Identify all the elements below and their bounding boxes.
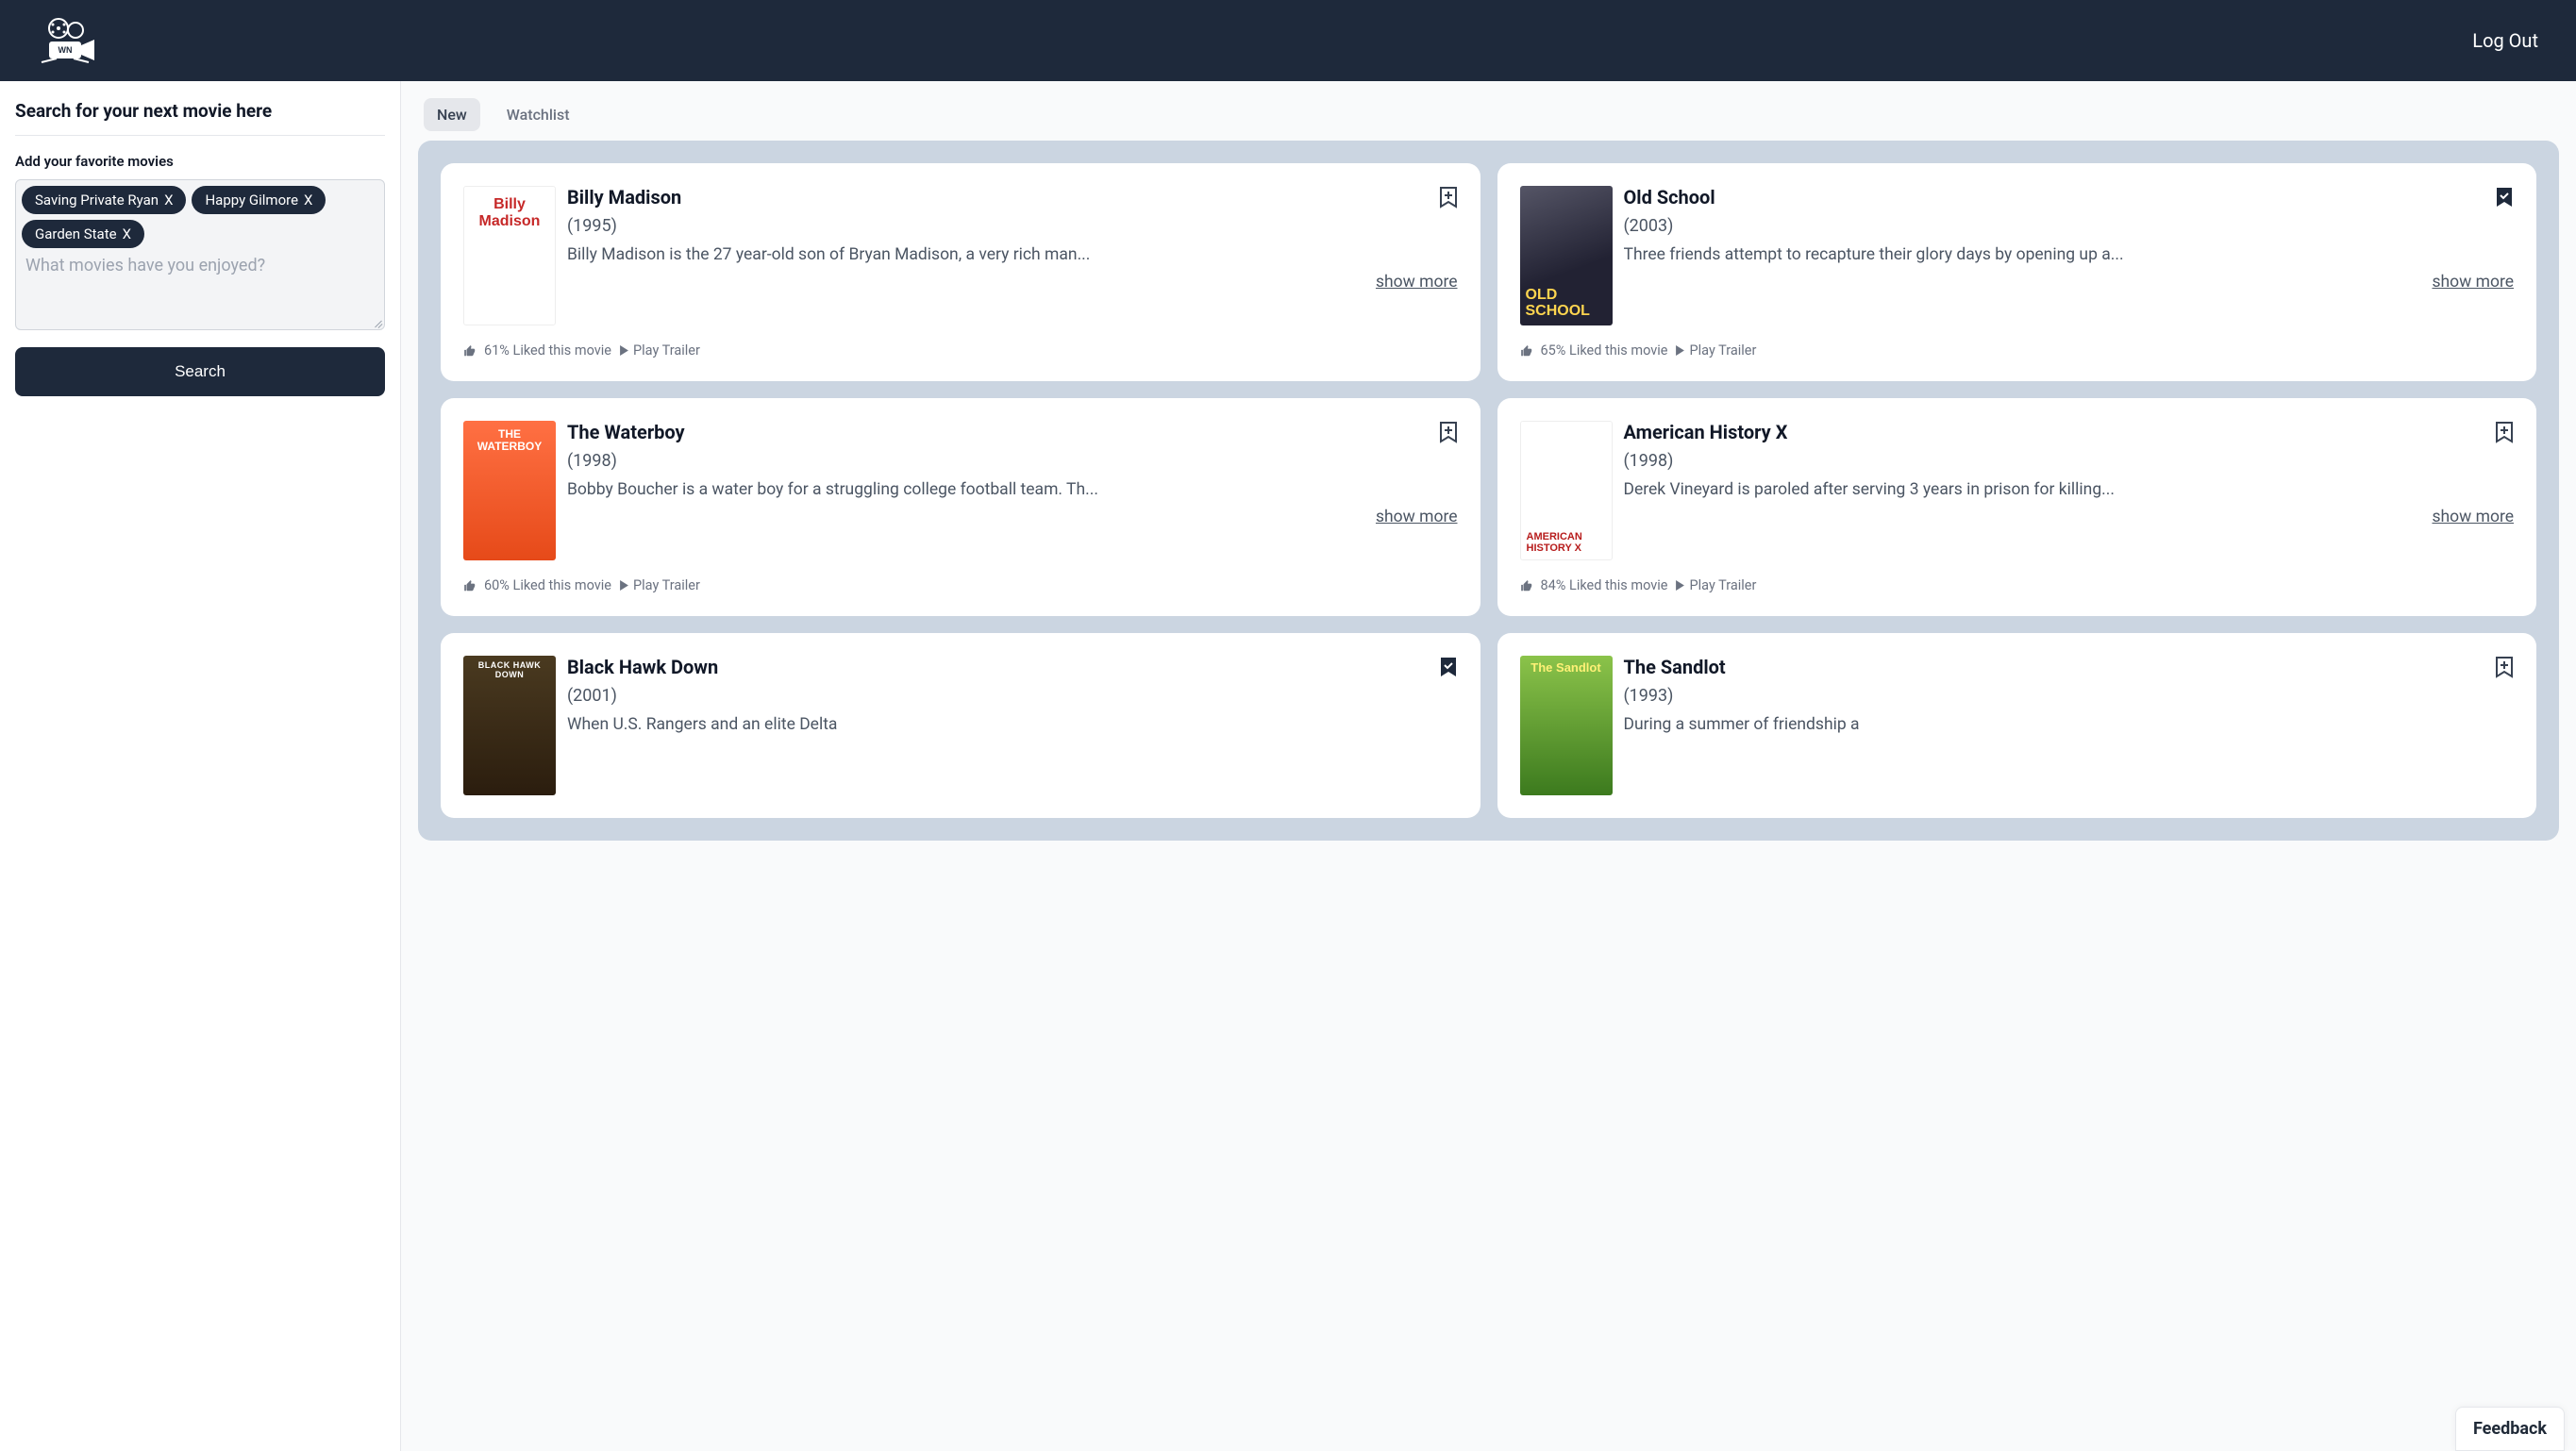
movie-footer: 84% Liked this movie Play Trailer xyxy=(1520,577,2515,593)
play-icon xyxy=(619,580,629,591)
movie-poster: Billy Madison xyxy=(463,186,556,325)
thumbs-up-icon xyxy=(463,579,477,592)
movie-footer: 60% Liked this movie Play Trailer xyxy=(463,577,1458,593)
movie-card: THE WATERBOY The Waterboy (1998) Bobby Bouc… xyxy=(441,398,1480,616)
app-header: WN Log Out xyxy=(0,0,2576,81)
sidebar-subhead: Add your favorite movies xyxy=(15,153,385,170)
thumbs-up-icon xyxy=(1520,579,1533,592)
favorite-chip: Happy Gilmore X xyxy=(192,186,326,214)
liked-percent: 84% Liked this movie xyxy=(1541,577,1668,593)
tabbar: New Watchlist xyxy=(418,98,2559,141)
movie-description: Bobby Boucher is a water boy for a strug… xyxy=(567,478,1458,502)
favorite-chip: Saving Private Ryan X xyxy=(22,186,186,214)
movie-footer: 61% Liked this movie Play Trailer xyxy=(463,342,1458,359)
play-trailer-label: Play Trailer xyxy=(1689,342,1756,359)
movie-poster: AMERICAN HISTORY X xyxy=(1520,421,1613,560)
bookmark-filled-icon[interactable] xyxy=(2495,186,2514,212)
logout-link[interactable]: Log Out xyxy=(2472,29,2538,52)
bookmark-add-icon[interactable] xyxy=(1439,186,1458,212)
tab-watchlist[interactable]: Watchlist xyxy=(493,98,583,131)
bookmark-add-icon[interactable] xyxy=(2495,656,2514,682)
tab-new[interactable]: New xyxy=(424,98,480,131)
chip-remove-icon[interactable]: X xyxy=(164,192,173,208)
movie-poster: THE WATERBOY xyxy=(463,421,556,560)
chip-remove-icon[interactable]: X xyxy=(123,225,131,242)
play-trailer-link[interactable]: Play Trailer xyxy=(1675,577,1756,593)
play-trailer-label: Play Trailer xyxy=(633,342,700,359)
movie-poster: BLACK HAWK DOWN xyxy=(463,656,556,795)
movie-footer: 65% Liked this movie Play Trailer xyxy=(1520,342,2515,359)
movie-card: BLACK HAWK DOWN Black Hawk Down (2001) When… xyxy=(441,633,1480,818)
play-icon xyxy=(1675,345,1685,356)
thumbs-up-icon xyxy=(463,344,477,358)
resize-handle[interactable] xyxy=(371,316,382,327)
liked-percent: 65% Liked this movie xyxy=(1541,342,1668,359)
play-trailer-link[interactable]: Play Trailer xyxy=(1675,342,1756,359)
results-panel: New Watchlist Billy Madison Billy Madison (… xyxy=(401,81,2576,1451)
movie-title: The Sandlot xyxy=(1624,656,1726,678)
show-more-link[interactable]: show more xyxy=(567,273,1458,292)
movie-card: AMERICAN HISTORY X American History X (199… xyxy=(1497,398,2537,616)
search-button[interactable]: Search xyxy=(15,347,385,396)
favorites-placeholder: What movies have you enjoyed? xyxy=(22,256,378,275)
movie-year: (1998) xyxy=(567,451,1458,471)
movie-title: Old School xyxy=(1624,186,1715,208)
divider xyxy=(15,135,385,136)
show-more-link[interactable]: show more xyxy=(1624,273,2515,292)
movie-year: (1995) xyxy=(567,216,1458,236)
bookmark-add-icon[interactable] xyxy=(2495,421,2514,447)
liked-percent: 60% Liked this movie xyxy=(484,577,611,593)
movie-year: (2003) xyxy=(1624,216,2515,236)
play-trailer-label: Play Trailer xyxy=(1689,577,1756,593)
chip-remove-icon[interactable]: X xyxy=(304,192,312,208)
play-icon xyxy=(619,345,629,356)
thumbs-up-icon xyxy=(1520,344,1533,358)
play-icon xyxy=(1675,580,1685,591)
movie-poster: OLD SCHOOL xyxy=(1520,186,1613,325)
movie-card: The Sandlot The Sandlot (1993) During a sum… xyxy=(1497,633,2537,818)
bookmark-filled-icon[interactable] xyxy=(1439,656,1458,682)
movie-poster: The Sandlot xyxy=(1520,656,1613,795)
play-trailer-label: Play Trailer xyxy=(633,577,700,593)
movie-title: American History X xyxy=(1624,421,1788,443)
liked-percent: 61% Liked this movie xyxy=(484,342,611,359)
movie-description: Billy Madison is the 27 year-old son of … xyxy=(567,243,1458,267)
favorite-chip: Garden State X xyxy=(22,220,144,248)
favorites-input[interactable]: Saving Private Ryan XHappy Gilmore X Gard… xyxy=(15,179,385,330)
show-more-link[interactable]: show more xyxy=(567,508,1458,526)
svg-text:WN: WN xyxy=(59,45,73,55)
app-logo: WN xyxy=(38,17,104,64)
movie-description: Three friends attempt to recapture their… xyxy=(1624,243,2515,267)
movie-year: (2001) xyxy=(567,686,1458,706)
movie-description: During a summer of friendship a xyxy=(1624,713,2515,737)
play-trailer-link[interactable]: Play Trailer xyxy=(619,342,700,359)
movie-title: Black Hawk Down xyxy=(567,656,718,678)
movie-description: When U.S. Rangers and an elite Delta xyxy=(567,713,1458,737)
bookmark-add-icon[interactable] xyxy=(1439,421,1458,447)
camera-logo-icon: WN xyxy=(38,17,104,64)
movie-card: Billy Madison Billy Madison (1995) Billy Ma… xyxy=(441,163,1480,381)
feedback-button[interactable]: Feedback xyxy=(2455,1407,2565,1451)
show-more-link[interactable]: show more xyxy=(1624,508,2515,526)
movie-card: OLD SCHOOL Old School (2003) Three friends … xyxy=(1497,163,2537,381)
search-sidebar: Search for your next movie here Add your… xyxy=(0,81,401,1451)
movie-year: (1993) xyxy=(1624,686,2515,706)
movie-title: Billy Madison xyxy=(567,186,681,208)
movie-title: The Waterboy xyxy=(567,421,685,443)
play-trailer-link[interactable]: Play Trailer xyxy=(619,577,700,593)
movie-description: Derek Vineyard is paroled after serving … xyxy=(1624,478,2515,502)
movie-year: (1998) xyxy=(1624,451,2515,471)
sidebar-title: Search for your next movie here xyxy=(15,100,385,122)
results-container: Billy Madison Billy Madison (1995) Billy Ma… xyxy=(418,141,2559,841)
